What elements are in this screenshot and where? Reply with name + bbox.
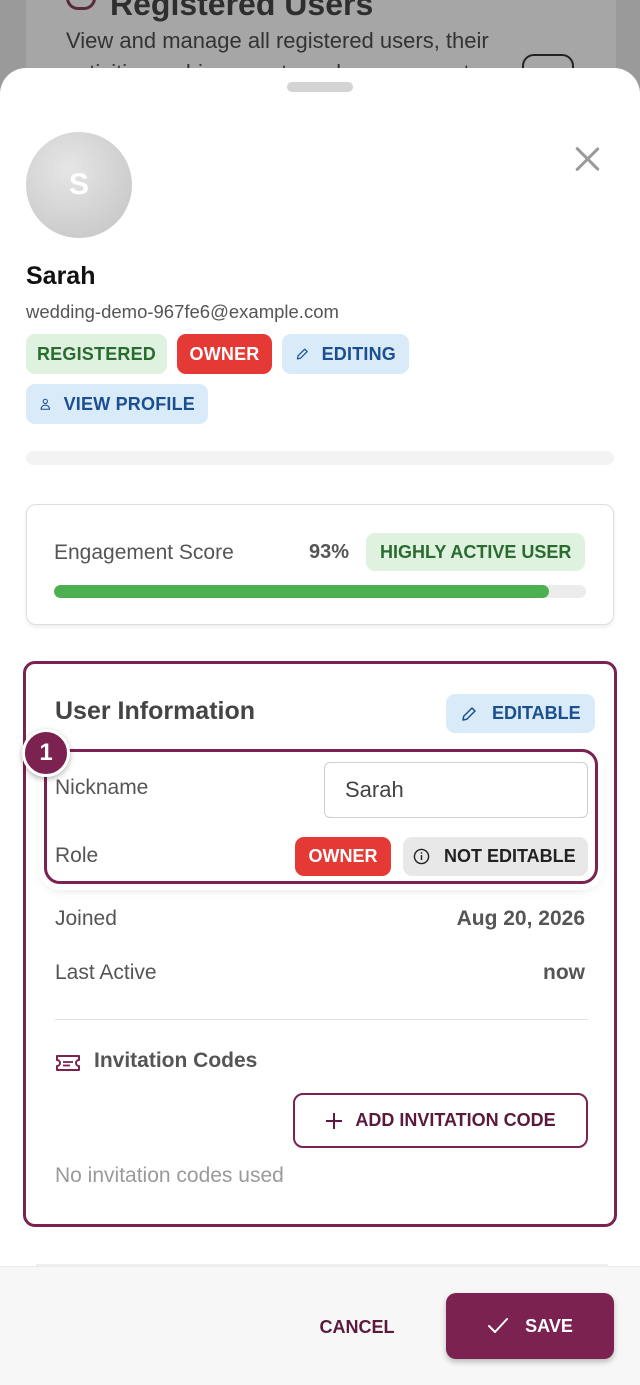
save-button-label: SAVE (525, 1315, 573, 1336)
view-profile-label: VIEW PROFILE (63, 393, 195, 414)
nickname-input[interactable] (324, 762, 588, 818)
invitation-codes-title: Invitation Codes (94, 1049, 258, 1072)
avatar-initial: S (68, 168, 89, 201)
editing-chip[interactable]: EDITING (282, 334, 409, 374)
joined-label: Joined (55, 907, 117, 930)
add-invitation-code-label: ADD INVITATION CODE (355, 1110, 556, 1130)
ticket-icon (56, 1055, 80, 1071)
engagement-card: Engagement Score 93% HIGHLY ACTIVE USER (26, 504, 614, 625)
avatar: S (26, 132, 132, 238)
save-button[interactable]: SAVE (446, 1293, 614, 1359)
editable-badge: EDITABLE (446, 694, 595, 733)
editable-badge-label: EDITABLE (492, 703, 581, 723)
engagement-status-badge: HIGHLY ACTIVE USER (366, 533, 586, 571)
user-detail-sheet: S Sarah wedding-demo-967fe6@example.com … (0, 68, 640, 1385)
sheet-drag-handle[interactable] (287, 82, 353, 92)
engagement-percent: 93% (309, 541, 350, 563)
sheet-footer: CANCEL SAVE (0, 1266, 640, 1385)
section-divider (55, 1019, 588, 1020)
registered-badge-label: REGISTERED (36, 343, 157, 364)
registered-badge: REGISTERED (26, 334, 167, 374)
joined-value: Aug 20, 2026 (456, 907, 585, 930)
cancel-button[interactable]: CANCEL (300, 1307, 414, 1347)
close-icon[interactable] (570, 142, 604, 176)
last-active-label: Last Active (55, 961, 157, 984)
user-name: Sarah (26, 262, 96, 290)
section-title: User Information (55, 697, 256, 725)
user-information-section: User Information EDITABLE 1 Nickname Rol… (22, 661, 617, 1227)
add-invitation-code-button[interactable]: ADD INVITATION CODE (293, 1093, 588, 1148)
not-editable-badge: NOT EDITABLE (403, 837, 588, 876)
step-number-badge: 1 (22, 729, 70, 777)
person-icon (40, 398, 51, 410)
plus-icon (326, 1112, 343, 1129)
role-label: Role (55, 844, 99, 867)
background-description: View and manage all registered users, th… (66, 28, 489, 53)
engagement-progress-bar (54, 585, 586, 598)
engagement-progress-fill (54, 585, 549, 598)
check-icon (488, 1318, 509, 1333)
info-icon (413, 848, 430, 865)
view-profile-button[interactable]: VIEW PROFILE (26, 384, 208, 424)
no-invitation-codes-text: No invitation codes used (55, 1164, 284, 1187)
nickname-label: Nickname (55, 776, 149, 799)
background-title: Registered Users (110, 0, 374, 22)
pencil-icon (462, 706, 476, 721)
role-owner-badge: OWNER (295, 837, 391, 876)
editing-chip-label: EDITING (321, 343, 396, 364)
last-active-value: now (543, 961, 585, 984)
user-email: wedding-demo-967fe6@example.com (26, 301, 339, 322)
owner-badge: OWNER (177, 334, 272, 374)
pencil-icon (296, 348, 308, 360)
engagement-label: Engagement Score (54, 541, 234, 564)
not-editable-label: NOT EDITABLE (444, 846, 576, 866)
owner-badge-label: OWNER (189, 343, 260, 364)
tab-bar-placeholder (26, 451, 614, 465)
